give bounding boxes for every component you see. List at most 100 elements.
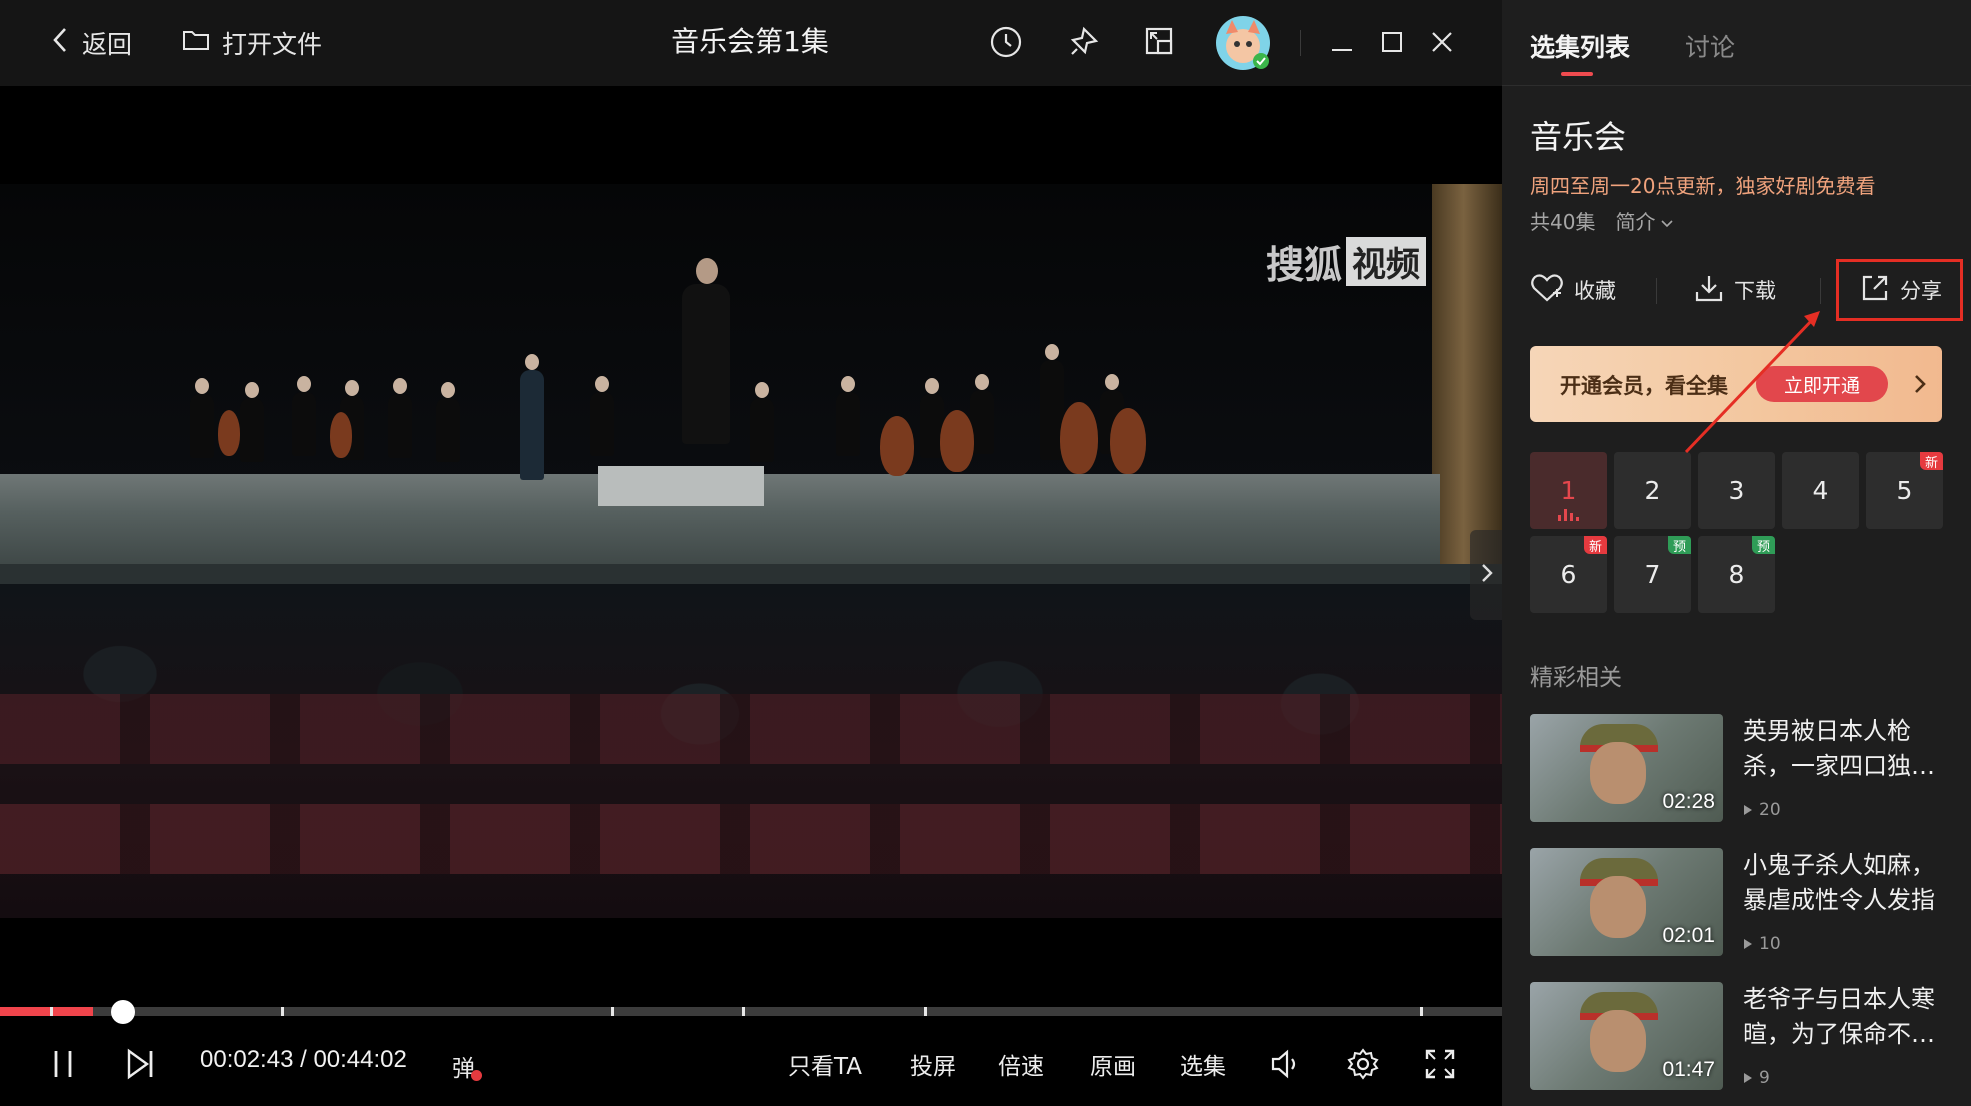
related-thumbnail[interactable]: 02:01 bbox=[1530, 848, 1723, 956]
download-icon bbox=[1694, 273, 1724, 308]
user-avatar[interactable] bbox=[1214, 14, 1272, 72]
musician bbox=[436, 382, 460, 462]
musician-standing bbox=[520, 354, 544, 480]
episode-number: 4 bbox=[1812, 476, 1829, 505]
seat-row bbox=[0, 804, 1502, 874]
video-title: 音乐会第1集 bbox=[671, 25, 829, 58]
musician bbox=[388, 378, 412, 458]
progress-marker[interactable] bbox=[742, 1007, 745, 1016]
related-thumbnail[interactable]: 02:28 bbox=[1530, 714, 1723, 822]
player-topbar: 返回 打开文件 音乐会第1集 bbox=[0, 0, 1502, 86]
progress-bar[interactable] bbox=[0, 1000, 1502, 1024]
episode-number: 6 bbox=[1560, 560, 1577, 589]
double-bass bbox=[1060, 402, 1098, 474]
now-playing-icon bbox=[1558, 507, 1580, 521]
action-divider bbox=[1820, 278, 1821, 304]
progress-marker[interactable] bbox=[50, 1007, 53, 1016]
instrument bbox=[330, 412, 352, 458]
episode-4-button[interactable]: 4 bbox=[1782, 452, 1859, 529]
progress-marker[interactable] bbox=[611, 1007, 614, 1016]
maximize-button[interactable] bbox=[1372, 22, 1412, 62]
danmaku-toggle[interactable]: 弹 bbox=[452, 1046, 482, 1086]
episode-5-button[interactable]: 5新 bbox=[1866, 452, 1943, 529]
favorite-button[interactable]: 收藏 bbox=[1530, 266, 1616, 314]
update-schedule: 周四至周一20点更新，独家好剧免费看 bbox=[1530, 174, 1876, 198]
episode-7-button[interactable]: 7预 bbox=[1614, 536, 1691, 613]
progress-marker[interactable] bbox=[924, 1007, 927, 1016]
tab-episode-list[interactable]: 选集列表 bbox=[1530, 28, 1630, 64]
episodes-button[interactable]: 选集 bbox=[1180, 1044, 1226, 1084]
close-button[interactable] bbox=[1422, 22, 1462, 62]
vip-text: 开通会员，看全集 bbox=[1560, 374, 1728, 398]
video-frame[interactable]: 搜狐 视频 bbox=[0, 184, 1502, 918]
episode-1-button[interactable]: 1 bbox=[1530, 452, 1607, 529]
progress-marker[interactable] bbox=[1420, 1007, 1423, 1016]
related-video-item[interactable]: 02:01 小鬼子杀人如麻，暴虐成性令人发指 10 bbox=[1530, 848, 1960, 958]
quality-button[interactable]: 原画 bbox=[1090, 1044, 1136, 1084]
instrument bbox=[218, 410, 240, 456]
share-highlight-box bbox=[1836, 259, 1963, 321]
intro-toggle[interactable]: 简介 bbox=[1615, 206, 1674, 235]
chevron-right-icon bbox=[1480, 562, 1494, 588]
related-title[interactable]: 英男被日本人枪杀，一家四口独… bbox=[1743, 714, 1953, 784]
speed-button[interactable]: 倍速 bbox=[998, 1044, 1044, 1084]
episode-6-button[interactable]: 6新 bbox=[1530, 536, 1607, 613]
play-count: 9 bbox=[1759, 1068, 1770, 1088]
volume-icon[interactable] bbox=[1270, 1044, 1304, 1084]
related-section-title: 精彩相关 bbox=[1530, 665, 1622, 691]
progress-knob[interactable] bbox=[111, 1000, 136, 1024]
pause-button[interactable] bbox=[48, 1044, 78, 1084]
open-file-button[interactable]: 打开文件 bbox=[182, 22, 322, 64]
back-label: 返回 bbox=[82, 30, 133, 59]
vip-banner[interactable]: 开通会员，看全集 立即开通 bbox=[1530, 346, 1942, 422]
play-icon bbox=[1744, 939, 1752, 949]
episode-badge: 预 bbox=[1751, 536, 1775, 555]
tab-discussion[interactable]: 讨论 bbox=[1685, 28, 1735, 64]
episode-sidebar: 选集列表 讨论 音乐会 周四至周一20点更新，独家好剧免费看 共40集 简介 收… bbox=[1502, 0, 1971, 1106]
mini-window-icon[interactable] bbox=[1138, 20, 1182, 64]
next-episode-button[interactable] bbox=[124, 1044, 156, 1084]
download-button[interactable]: 下载 bbox=[1694, 266, 1776, 314]
sidebar-tabs: 选集列表 讨论 bbox=[1502, 0, 1971, 86]
episode-3-button[interactable]: 3 bbox=[1698, 452, 1775, 529]
back-button[interactable]: 返回 bbox=[50, 22, 132, 64]
history-icon[interactable] bbox=[984, 20, 1028, 64]
cello bbox=[940, 410, 974, 472]
episode-number: 1 bbox=[1560, 476, 1577, 505]
watch-ta-button[interactable]: 只看TA bbox=[788, 1044, 862, 1084]
related-plays: 20 bbox=[1743, 800, 1781, 820]
pin-icon[interactable] bbox=[1062, 20, 1106, 64]
play-count: 10 bbox=[1759, 934, 1781, 954]
episode-number: 7 bbox=[1644, 560, 1661, 589]
related-title[interactable]: 老爷子与日本人寒暄，为了保命不… bbox=[1743, 982, 1953, 1052]
chevron-right-icon[interactable] bbox=[1910, 366, 1930, 402]
related-video-item[interactable]: 02:28 英男被日本人枪杀，一家四口独… 20 bbox=[1530, 714, 1960, 824]
cast-button[interactable]: 投屏 bbox=[910, 1044, 956, 1084]
episode-badge: 新 bbox=[1583, 536, 1607, 555]
progress-marker[interactable] bbox=[281, 1007, 284, 1016]
musician bbox=[292, 376, 316, 456]
conductor-podium bbox=[598, 466, 764, 506]
related-duration: 02:01 bbox=[1662, 924, 1715, 947]
minimize-button[interactable] bbox=[1322, 22, 1362, 62]
musician bbox=[590, 376, 614, 456]
related-thumbnail[interactable]: 01:47 bbox=[1530, 982, 1723, 1090]
episode-badge: 预 bbox=[1667, 536, 1691, 555]
total-time: 00:44:02 bbox=[313, 1046, 407, 1073]
episode-2-button[interactable]: 2 bbox=[1614, 452, 1691, 529]
download-label: 下载 bbox=[1734, 279, 1776, 303]
related-title[interactable]: 小鬼子杀人如麻，暴虐成性令人发指 bbox=[1743, 848, 1953, 918]
fullscreen-icon[interactable] bbox=[1424, 1044, 1456, 1084]
related-plays: 9 bbox=[1743, 1068, 1770, 1088]
episode-8-button[interactable]: 8预 bbox=[1698, 536, 1775, 613]
intro-label: 简介 bbox=[1615, 210, 1656, 234]
settings-gear-icon[interactable] bbox=[1346, 1044, 1380, 1084]
chevron-left-icon bbox=[50, 26, 70, 60]
vip-open-button[interactable]: 立即开通 bbox=[1756, 366, 1888, 402]
watermark-text: 搜狐 bbox=[1266, 243, 1343, 287]
sidebar-toggle-button[interactable] bbox=[1470, 530, 1504, 620]
related-video-item[interactable]: 01:47 老爷子与日本人寒暄，为了保命不… 9 bbox=[1530, 982, 1960, 1092]
favorite-label: 收藏 bbox=[1574, 279, 1616, 303]
show-meta: 共40集 简介 bbox=[1530, 206, 1674, 235]
play-icon bbox=[1744, 1073, 1752, 1083]
